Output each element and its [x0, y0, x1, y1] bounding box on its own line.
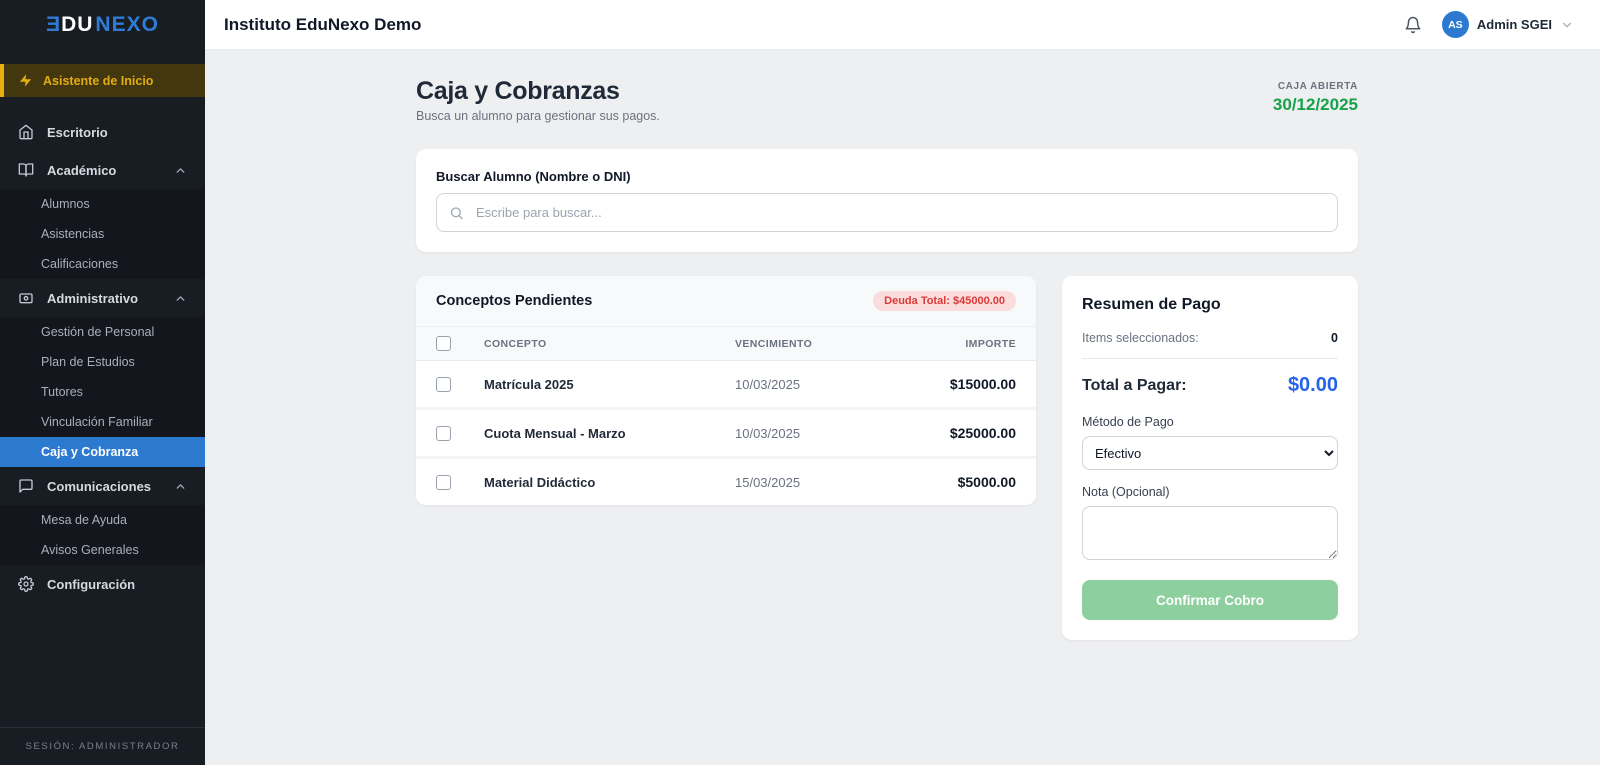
cash-icon: [18, 290, 34, 306]
sidebar-item-vinculacion-familiar[interactable]: Vinculación Familiar: [0, 407, 205, 437]
submenu-comunicaciones: Mesa de Ayuda Avisos Generales: [0, 505, 205, 565]
column-header-vencimiento: VENCIMIENTO: [735, 338, 895, 350]
row-checkbox[interactable]: [436, 475, 451, 490]
pending-concepts-card: Conceptos Pendientes Deuda Total: $45000…: [416, 276, 1036, 505]
column-header-importe: IMPORTE: [895, 338, 1016, 350]
avatar: AS: [1442, 11, 1469, 38]
sidebar-item-asistente-de-inicio[interactable]: Asistente de Inicio: [0, 64, 205, 97]
selected-items-count: 0: [1331, 331, 1338, 345]
table-row: Material Didáctico 15/03/2025 $5000.00: [416, 459, 1036, 505]
confirm-payment-button[interactable]: Confirmar Cobro: [1082, 580, 1338, 620]
page-title: Caja y Cobranzas: [416, 77, 660, 106]
row-checkbox[interactable]: [436, 377, 451, 392]
sidebar-item-label: Académico: [47, 163, 116, 178]
caja-status-block: CAJA ABIERTA 30/12/2025: [1273, 77, 1358, 115]
total-row: Total a Pagar: $0.00: [1082, 374, 1338, 397]
note-textarea[interactable]: [1082, 506, 1338, 560]
sidebar: ƎDUNEXO Asistente de Inicio Escritorio A…: [0, 0, 205, 765]
page-subtitle: Busca un alumno para gestionar sus pagos…: [416, 109, 660, 123]
caja-open-date: 30/12/2025: [1273, 95, 1358, 115]
chevron-up-icon: [174, 480, 187, 493]
amount: $15000.00: [895, 376, 1016, 392]
pending-concepts-header: Conceptos Pendientes Deuda Total: $45000…: [416, 276, 1036, 326]
payment-summary-card: Resumen de Pago Items seleccionados: 0 T…: [1062, 276, 1358, 640]
session-label: SESIÓN: ADMINISTRADOR: [0, 727, 205, 765]
logo: ƎDUNEXO: [0, 0, 205, 50]
user-menu[interactable]: AS Admin SGEI: [1442, 11, 1574, 38]
due-date: 10/03/2025: [735, 426, 895, 441]
chat-icon: [18, 478, 34, 494]
search-card: Buscar Alumno (Nombre o DNI): [416, 149, 1358, 252]
search-label: Buscar Alumno (Nombre o DNI): [436, 169, 1338, 184]
total-label: Total a Pagar:: [1082, 377, 1187, 395]
home-icon: [18, 124, 34, 140]
lightning-icon: [18, 73, 33, 88]
sidebar-item-plan-de-estudios[interactable]: Plan de Estudios: [0, 347, 205, 377]
payment-method-label: Método de Pago: [1082, 415, 1338, 429]
submenu-academico: Alumnos Asistencias Calificaciones: [0, 189, 205, 279]
sidebar-item-tutores[interactable]: Tutores: [0, 377, 205, 407]
selected-items-row: Items seleccionados: 0: [1082, 331, 1338, 359]
select-all-checkbox[interactable]: [436, 336, 451, 351]
sidebar-item-avisos-generales[interactable]: Avisos Generales: [0, 535, 205, 565]
sidebar-item-caja-y-cobranza[interactable]: Caja y Cobranza: [0, 437, 205, 467]
user-name: Admin SGEI: [1477, 17, 1552, 32]
logo-nexo-text: NEXO: [95, 13, 159, 37]
sidebar-item-escritorio[interactable]: Escritorio: [0, 113, 205, 151]
sidebar-item-comunicaciones[interactable]: Comunicaciones: [0, 467, 205, 505]
sidebar-item-label: Configuración: [47, 577, 135, 592]
chevron-down-icon: [1560, 18, 1574, 32]
table-column-headers: CONCEPTO VENCIMIENTO IMPORTE: [416, 326, 1036, 361]
sidebar-item-asistencias[interactable]: Asistencias: [0, 219, 205, 249]
sidebar-item-label: Escritorio: [47, 125, 108, 140]
submenu-administrativo: Gestión de Personal Plan de Estudios Tut…: [0, 317, 205, 467]
table-row: Cuota Mensual - Marzo 10/03/2025 $25000.…: [416, 410, 1036, 459]
topbar-actions: AS Admin SGEI: [1404, 11, 1574, 38]
sidebar-item-label: Comunicaciones: [47, 479, 151, 494]
column-header-concepto: CONCEPTO: [484, 338, 735, 350]
total-debt-badge: Deuda Total: $45000.00: [873, 291, 1016, 311]
concept-name: Material Didáctico: [484, 475, 735, 490]
topbar: Instituto EduNexo Demo AS Admin SGEI: [205, 0, 1600, 50]
sidebar-item-gestion-de-personal[interactable]: Gestión de Personal: [0, 317, 205, 347]
app-root: ƎDUNEXO Asistente de Inicio Escritorio A…: [0, 0, 1600, 765]
bell-icon[interactable]: [1404, 16, 1422, 34]
chevron-up-icon: [174, 164, 187, 177]
logo-accent-letter: Ǝ: [46, 13, 61, 37]
total-value: $0.00: [1288, 374, 1338, 397]
amount: $25000.00: [895, 425, 1016, 441]
sidebar-item-label: Administrativo: [47, 291, 138, 306]
search-input[interactable]: [436, 193, 1338, 232]
page-head: Caja y Cobranzas Busca un alumno para ge…: [416, 77, 1358, 123]
table-row: Matrícula 2025 10/03/2025 $15000.00: [416, 361, 1036, 410]
sidebar-item-configuracion[interactable]: Configuración: [0, 565, 205, 603]
caja-status-label: CAJA ABIERTA: [1273, 81, 1358, 92]
gear-icon: [18, 576, 34, 592]
sidebar-nav: Escritorio Académico Alumnos Asistencias…: [0, 113, 205, 727]
main-area: Instituto EduNexo Demo AS Admin SGEI: [205, 0, 1600, 765]
book-open-icon: [18, 162, 34, 178]
payment-method-select[interactable]: Efectivo: [1082, 436, 1338, 470]
sidebar-item-label: Asistente de Inicio: [43, 74, 153, 88]
due-date: 15/03/2025: [735, 475, 895, 490]
pending-concepts-title: Conceptos Pendientes: [436, 293, 592, 309]
chevron-up-icon: [174, 292, 187, 305]
sidebar-item-academico[interactable]: Académico: [0, 151, 205, 189]
note-label: Nota (Opcional): [1082, 485, 1338, 499]
institute-title: Instituto EduNexo Demo: [224, 15, 421, 35]
sidebar-item-alumnos[interactable]: Alumnos: [0, 189, 205, 219]
logo-edu-text: DU: [61, 13, 93, 37]
selected-items-label: Items seleccionados:: [1082, 331, 1199, 345]
concept-name: Cuota Mensual - Marzo: [484, 426, 735, 441]
concept-name: Matrícula 2025: [484, 377, 735, 392]
sidebar-item-calificaciones[interactable]: Calificaciones: [0, 249, 205, 279]
sidebar-item-mesa-de-ayuda[interactable]: Mesa de Ayuda: [0, 505, 205, 535]
amount: $5000.00: [895, 474, 1016, 490]
payment-summary-title: Resumen de Pago: [1082, 296, 1338, 314]
page-content: Caja y Cobranzas Busca un alumno para ge…: [205, 50, 1600, 765]
sidebar-item-administrativo[interactable]: Administrativo: [0, 279, 205, 317]
due-date: 10/03/2025: [735, 377, 895, 392]
search-icon: [449, 205, 464, 220]
row-checkbox[interactable]: [436, 426, 451, 441]
